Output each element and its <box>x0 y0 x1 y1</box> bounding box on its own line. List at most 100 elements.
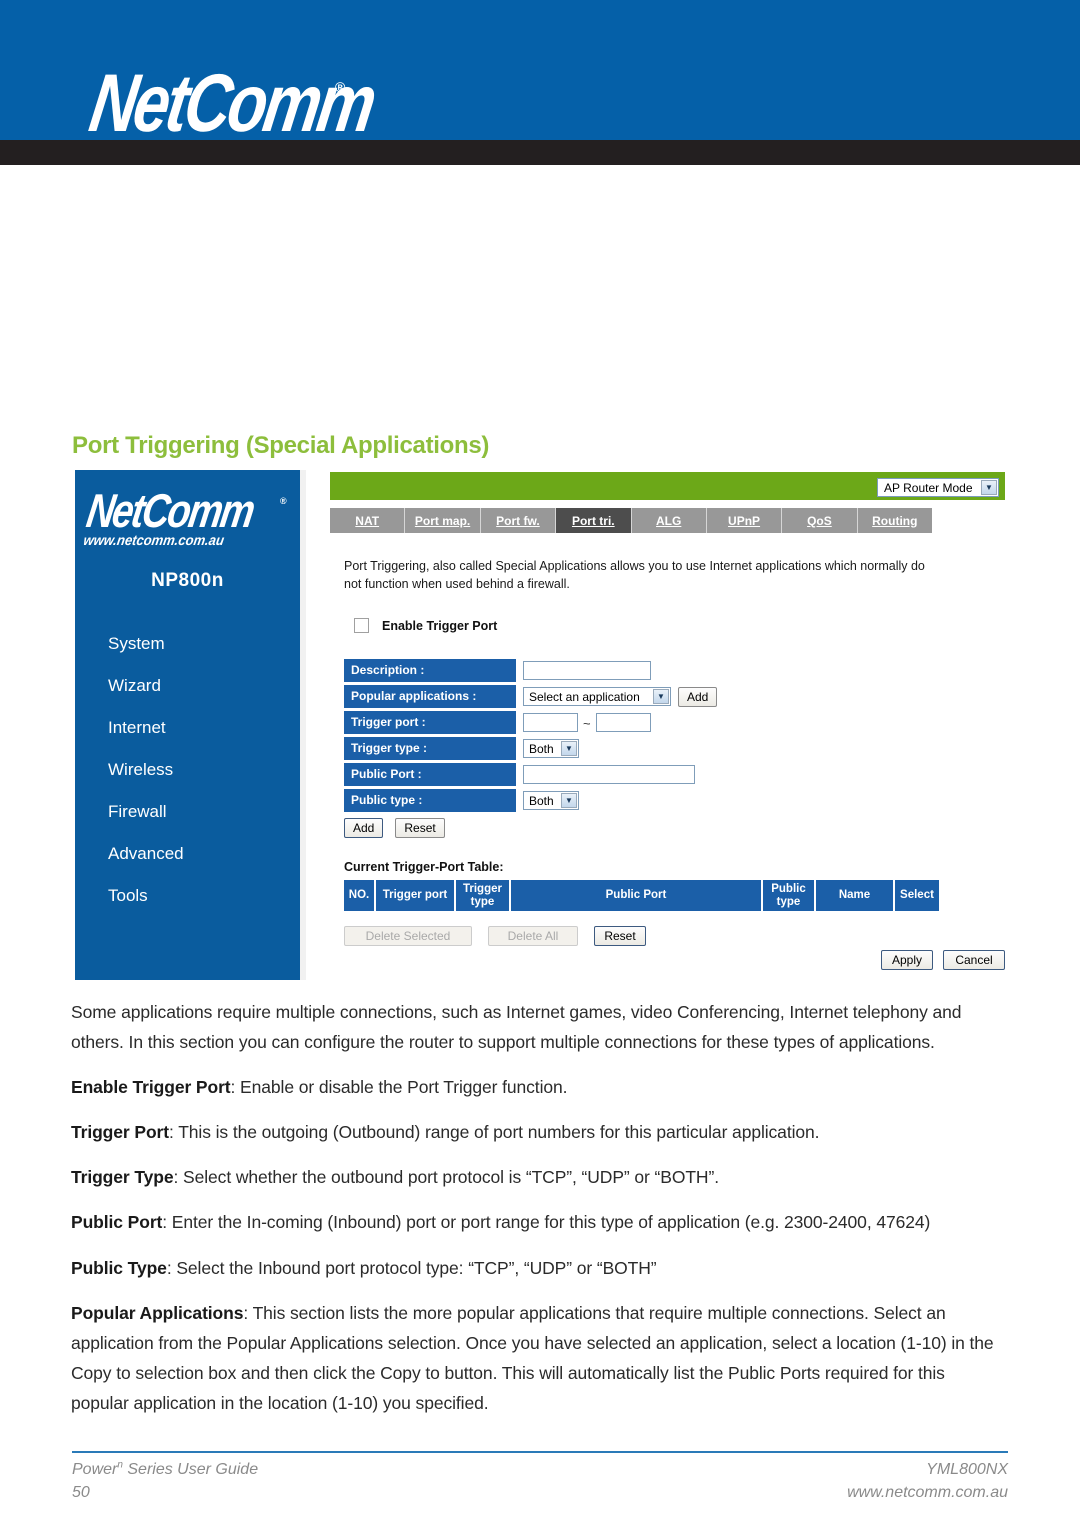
footer-divider <box>72 1451 1008 1453</box>
trigger-port-form: Description : Popular applications : Sel… <box>344 658 718 814</box>
panel-description: Port Triggering, also called Special App… <box>344 559 925 591</box>
sidebar-registered-trademark-icon: ® <box>280 496 287 506</box>
current-table-title: Current Trigger-Port Table: <box>344 860 504 874</box>
tab-qos[interactable]: QoS <box>782 508 858 533</box>
trigger-port-to-input[interactable] <box>595 713 651 732</box>
form-row-trigger-type: Trigger type : Both ▼ <box>344 736 717 761</box>
sidebar-website-url: www.netcomm.com.au <box>82 532 226 549</box>
netcomm-logo: NetComm <box>84 56 381 150</box>
tab-port-fw[interactable]: Port fw. <box>481 508 557 533</box>
term-popular-applications: Popular Applications <box>71 1302 244 1323</box>
term-trigger-type: Trigger Type <box>71 1167 174 1188</box>
current-trigger-port-table: NO. Trigger port Trigger type Public Por… <box>344 880 939 911</box>
router-ui-screenshot: NetComm ® www.netcomm.com.au NP800n Syst… <box>75 470 1005 982</box>
table-reset-button[interactable]: Reset <box>594 926 646 946</box>
enable-trigger-port-label: Enable Trigger Port <box>382 618 498 633</box>
paragraph-trigger-type: Trigger Type: Select whether the outboun… <box>71 1162 1007 1192</box>
paragraph-public-type: Public Type: Select the Inbound port pro… <box>71 1253 1007 1283</box>
footer-url: www.netcomm.com.au <box>847 1484 1008 1502</box>
trigger-type-label: Trigger type : <box>344 737 516 760</box>
table-header-trigger-type: Trigger type <box>456 880 511 911</box>
term-public-type: Public Type <box>71 1257 167 1278</box>
sidebar-item-wizard[interactable]: Wizard <box>108 665 288 707</box>
paragraph-public-port: Public Port: Enter the In-coming (Inboun… <box>71 1207 1007 1237</box>
form-row-trigger-port: Trigger port : ~ <box>344 710 717 735</box>
footer-guide-title: Powern Series User Guide <box>72 1460 258 1478</box>
sidebar-item-advanced[interactable]: Advanced <box>108 833 288 875</box>
form-row-public-type: Public type : Both ▼ <box>344 788 717 813</box>
router-tab-bar: NAT Port map. Port fw. Port tri. ALG UPn… <box>330 508 932 533</box>
table-header-select: Select <box>895 880 939 911</box>
tab-routing[interactable]: Routing <box>858 508 932 533</box>
public-type-value: Both <box>529 793 554 808</box>
delete-all-button[interactable]: Delete All <box>488 926 578 946</box>
trigger-type-select[interactable]: Both ▼ <box>523 739 579 758</box>
form-action-row: Add Reset <box>344 818 445 838</box>
table-header-no: NO. <box>344 880 376 911</box>
popular-applications-label: Popular applications : <box>344 685 516 708</box>
page-title: Port Triggering (Special Applications) <box>72 432 490 459</box>
public-type-select[interactable]: Both ▼ <box>523 791 579 810</box>
footer-doc-code: YML800NX <box>926 1461 1008 1478</box>
tab-port-tri[interactable]: Port tri. <box>556 508 632 533</box>
cancel-button[interactable]: Cancel <box>943 950 1005 970</box>
port-range-separator: ~ <box>583 716 591 731</box>
table-header-name: Name <box>816 880 895 911</box>
delete-selected-button[interactable]: Delete Selected <box>344 926 472 946</box>
form-row-description: Description : <box>344 658 717 683</box>
form-row-popular-applications: Popular applications : Select an applica… <box>344 684 718 709</box>
term-trigger-port: Trigger Port <box>71 1122 169 1143</box>
trigger-port-from-input[interactable] <box>523 713 578 732</box>
table-header-trigger-port: Trigger port <box>376 880 456 911</box>
footer-guide-prefix: Power <box>72 1461 118 1478</box>
router-top-green-bar: AP Router Mode ▼ <box>330 472 1005 500</box>
mode-select[interactable]: AP Router Mode ▼ <box>877 478 999 497</box>
desc-trigger-port: : This is the outgoing (Outbound) range … <box>168 1122 820 1143</box>
sidebar-item-wireless[interactable]: Wireless <box>108 749 288 791</box>
chevron-down-icon[interactable]: ▼ <box>981 480 997 495</box>
sidebar-item-firewall[interactable]: Firewall <box>108 791 288 833</box>
chevron-down-icon[interactable]: ▼ <box>561 741 577 756</box>
enable-trigger-port-row[interactable]: Enable Trigger Port <box>354 618 497 633</box>
tab-nat[interactable]: NAT <box>330 508 406 533</box>
desc-public-type: : Select the Inbound port protocol type:… <box>166 1257 657 1278</box>
chevron-down-icon[interactable]: ▼ <box>561 793 577 808</box>
popular-applications-value: Select an application <box>529 689 640 704</box>
public-port-input[interactable] <box>523 765 695 784</box>
footer-right: YML800NX www.netcomm.com.au <box>847 1458 1008 1504</box>
term-enable-trigger-port: Enable Trigger Port <box>71 1077 231 1098</box>
add-button[interactable]: Add <box>344 818 384 838</box>
chevron-down-icon[interactable]: ▼ <box>653 689 669 704</box>
router-sidebar: NetComm ® www.netcomm.com.au NP800n Syst… <box>75 470 300 980</box>
footer-page-number: 50 <box>72 1484 90 1502</box>
popular-add-button[interactable]: Add <box>678 686 718 707</box>
reset-button[interactable]: Reset <box>395 818 445 838</box>
mode-select-value: AP Router Mode <box>884 480 973 495</box>
table-header-public-type: Public type <box>763 880 816 911</box>
form-row-public-port: Public Port : <box>344 762 717 787</box>
brand-strip: www.netcomm.com.au <box>0 140 1080 303</box>
tab-alg[interactable]: ALG <box>632 508 707 533</box>
router-model-name: NP800n <box>151 570 224 591</box>
paragraph-trigger-port: Trigger Port: This is the outgoing (Outb… <box>71 1117 1007 1147</box>
table-action-row: Delete Selected Delete All Reset <box>344 926 646 946</box>
enable-trigger-port-checkbox[interactable] <box>354 618 369 633</box>
footer-left: Powern Series User Guide 50 <box>72 1458 258 1504</box>
description-input[interactable] <box>523 661 651 680</box>
tab-upnp[interactable]: UPnP <box>707 508 783 533</box>
router-sidebar-menu: System Wizard Internet Wireless Firewall… <box>108 623 288 917</box>
brand-website-url: www.netcomm.com.au <box>68 278 278 303</box>
apply-button[interactable]: Apply <box>881 950 933 970</box>
popular-applications-select[interactable]: Select an application ▼ <box>523 687 671 706</box>
sidebar-item-system[interactable]: System <box>108 623 288 665</box>
sidebar-item-internet[interactable]: Internet <box>108 707 288 749</box>
brand-banner: NetComm ® <box>0 0 1080 149</box>
description-label: Description : <box>344 659 516 682</box>
trigger-port-label: Trigger port : <box>344 711 516 734</box>
sidebar-item-tools[interactable]: Tools <box>108 875 288 917</box>
term-public-port: Public Port <box>71 1212 163 1233</box>
tab-port-map[interactable]: Port map. <box>405 508 481 533</box>
paragraph-intro: Some applications require multiple conne… <box>71 1002 962 1053</box>
registered-trademark-icon: ® <box>335 79 346 95</box>
desc-trigger-type: : Select whether the outbound port proto… <box>173 1167 720 1188</box>
